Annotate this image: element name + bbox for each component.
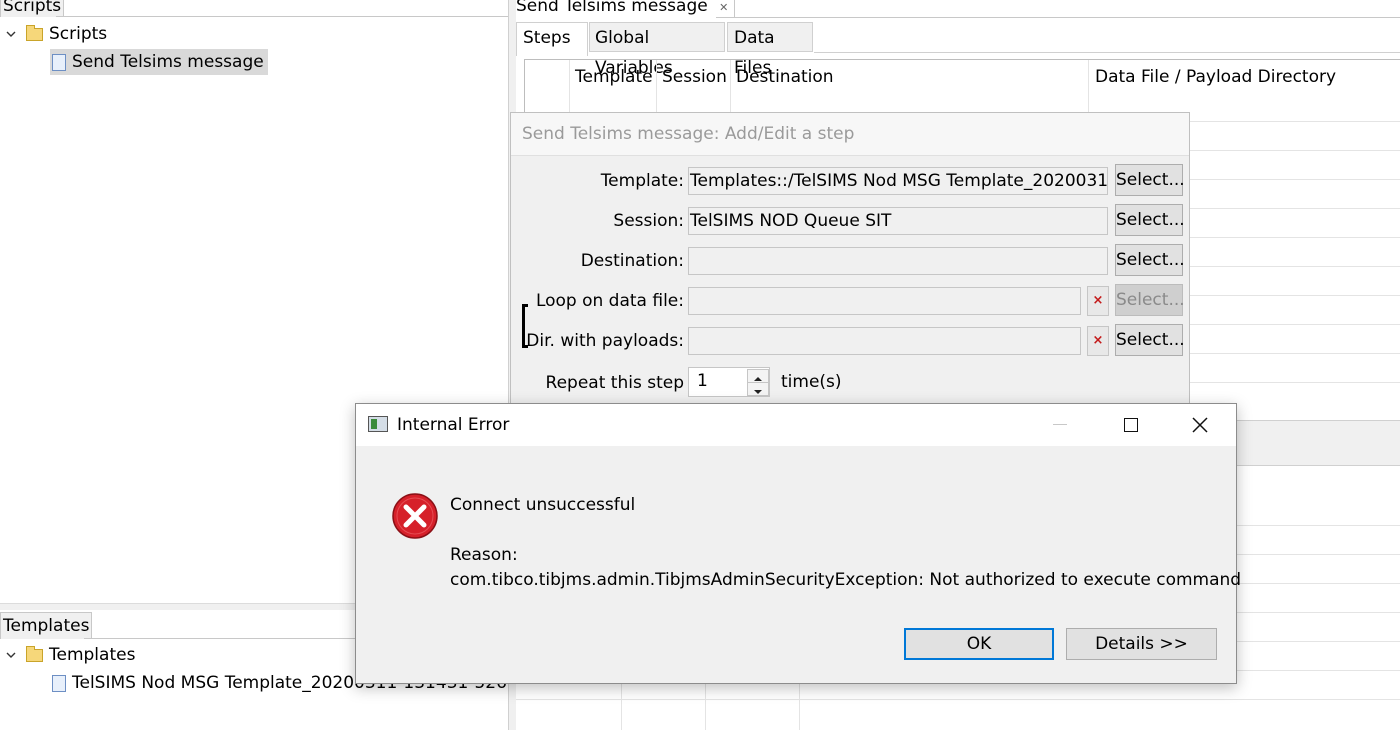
template-field[interactable]: Templates::/TelSIMS Nod MSG Template_202…	[688, 167, 1108, 195]
app-window-icon	[368, 416, 388, 432]
table-col-line	[799, 683, 800, 730]
template-file-icon	[52, 674, 66, 692]
column-header-label: Data File / Payload Directory	[1095, 67, 1337, 87]
loop-select-button[interactable]: Select...	[1115, 284, 1185, 316]
session-label: Session:	[613, 211, 684, 231]
loop-data-file-label: Loop on data file:	[535, 291, 684, 311]
destination-field[interactable]	[688, 247, 1108, 275]
template-label: Template:	[600, 171, 684, 191]
table-row-line	[516, 699, 1400, 700]
column-header-label: Template	[575, 67, 653, 87]
repeat-label: Repeat this step	[545, 373, 684, 393]
error-icon	[392, 493, 438, 539]
tree-item-send-telsims[interactable]: Send Telsims message	[50, 49, 268, 75]
subtab-strip-line	[814, 52, 1400, 53]
subtab-label: Steps	[523, 28, 571, 48]
scripts-view-header-line	[56, 16, 508, 17]
ok-button[interactable]: OK	[904, 628, 1054, 660]
error-message: Connect unsuccessful	[450, 495, 636, 515]
destination-select-button[interactable]: Select...	[1115, 244, 1185, 276]
subtab-steps[interactable]: Steps	[516, 22, 588, 56]
session-select-button[interactable]: Select...	[1115, 204, 1185, 236]
session-field[interactable]: TelSIMS NOD Queue SIT	[688, 207, 1108, 235]
table-col-line	[621, 683, 622, 730]
close-icon[interactable]	[1192, 417, 1208, 433]
repeat-value[interactable]: 1	[697, 371, 708, 391]
maximize-icon[interactable]	[1124, 418, 1138, 432]
dialog-title-text: Internal Error	[397, 415, 510, 435]
close-icon[interactable]: ✕	[719, 1, 728, 14]
clear-loop-file-icon[interactable]: ×	[1087, 286, 1109, 316]
editor-tab[interactable]: Send Telsims message ✕	[516, 0, 736, 18]
details-button[interactable]: Details >>	[1066, 628, 1217, 660]
tree-item-templates-root[interactable]: Templates	[6, 643, 135, 667]
script-file-icon	[52, 53, 66, 71]
reason-label: Reason:	[450, 545, 518, 565]
editor-tab-strip-line	[716, 17, 1400, 18]
column-header-label: Destination	[736, 67, 834, 87]
reason-text: com.tibco.tibjms.admin.TibjmsAdminSecuri…	[450, 570, 1242, 590]
subtab-data-files[interactable]: Data Files	[727, 22, 813, 78]
dir-select-button[interactable]: Select...	[1115, 324, 1185, 356]
internal-error-dialog: Internal Error Connect unsuccessful Reas…	[355, 403, 1241, 684]
clear-dir-icon[interactable]: ×	[1087, 326, 1109, 356]
tree-item-label: Send Telsims message	[72, 52, 264, 72]
folder-icon	[26, 645, 43, 662]
scripts-view-tab[interactable]: Scripts	[0, 0, 65, 17]
subtab-global-variables[interactable]: Global Variables	[589, 22, 725, 78]
chevron-down-icon[interactable]	[6, 29, 16, 39]
destination-label: Destination:	[580, 251, 684, 271]
tree-item-label: Scripts	[49, 24, 108, 44]
dialog-title: Send Telsims message: Add/Edit a step	[511, 113, 1189, 156]
tree-item-label: Templates	[49, 645, 136, 665]
templates-view-tab-label: Templates	[3, 616, 90, 636]
repeat-spinner[interactable]: 1	[688, 367, 770, 397]
loop-data-file-field[interactable]	[688, 287, 1081, 315]
template-select-button[interactable]: Select...	[1115, 164, 1185, 196]
dialog-titlebar[interactable]: Internal Error	[356, 404, 1236, 446]
scripts-view-tab-label: Scripts	[3, 0, 62, 16]
spinner-up-icon[interactable]	[747, 369, 769, 383]
spinner-down-icon[interactable]	[747, 382, 769, 396]
templates-view-tab[interactable]: Templates	[0, 612, 93, 639]
tree-item-scripts-root[interactable]: Scripts	[6, 22, 107, 46]
column-header-label: Session	[662, 67, 727, 87]
chevron-down-icon[interactable]	[6, 650, 16, 660]
minimize-icon[interactable]	[1053, 424, 1067, 425]
table-col-line	[705, 683, 706, 730]
dialog-title-text: Send Telsims message: Add/Edit a step	[522, 124, 855, 144]
dir-payloads-field[interactable]	[688, 327, 1081, 355]
editor-tab-title: Send Telsims message	[516, 0, 708, 16]
add-edit-step-dialog: Send Telsims message: Add/Edit a step Te…	[510, 112, 1190, 412]
repeat-unit-label: time(s)	[781, 372, 842, 392]
folder-icon	[26, 24, 43, 41]
dir-payloads-label: Dir. with payloads:	[526, 331, 684, 351]
